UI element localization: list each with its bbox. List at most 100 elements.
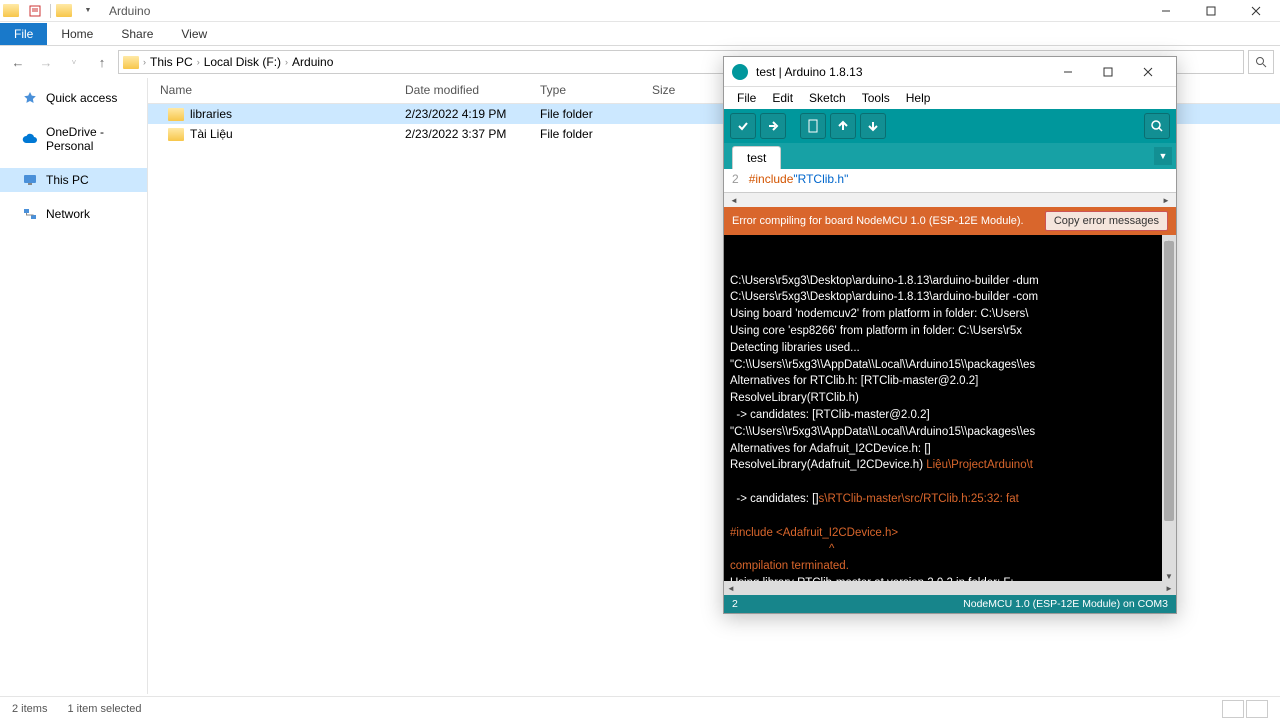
console-line: "C:\\Users\\r5xg3\\AppData\\Local\\Ardui… xyxy=(730,424,1170,441)
folder-icon xyxy=(123,56,139,69)
console-line: #include <Adafruit_I2CDevice.h> xyxy=(730,525,1170,542)
star-icon xyxy=(22,91,38,105)
header-type[interactable]: Type xyxy=(528,78,640,103)
header-name[interactable]: Name xyxy=(148,78,393,103)
copy-error-button[interactable]: Copy error messages xyxy=(1045,211,1168,231)
error-message: Error compiling for board NodeMCU 1.0 (E… xyxy=(732,215,1024,227)
breadcrumb[interactable]: Local Disk (F:) xyxy=(200,55,285,69)
maximize-button[interactable] xyxy=(1188,0,1233,22)
ribbon-view-tab[interactable]: View xyxy=(167,23,221,45)
arduino-window: test | Arduino 1.8.13 File Edit Sketch T… xyxy=(723,56,1177,614)
console-line: Detecting libraries used... xyxy=(730,340,1170,357)
code-editor[interactable]: 2 #include "RTClib.h" xyxy=(724,169,1176,193)
console-line: ResolveLibrary(RTClib.h) xyxy=(730,390,1170,407)
view-icons-button[interactable] xyxy=(1246,700,1268,718)
console-line: C:\Users\r5xg3\Desktop\arduino-1.8.13\ar… xyxy=(730,289,1170,306)
console-line: Using board 'nodemcuv2' from platform in… xyxy=(730,306,1170,323)
status-bar: 2 items 1 item selected xyxy=(0,696,1280,720)
console-output[interactable]: C:\Users\r5xg3\Desktop\arduino-1.8.13\ar… xyxy=(724,235,1176,581)
file-name: libraries xyxy=(190,107,232,121)
menu-sketch[interactable]: Sketch xyxy=(802,89,853,107)
scroll-left-icon[interactable]: ◄ xyxy=(727,194,741,206)
save-button[interactable] xyxy=(860,113,886,139)
view-details-button[interactable] xyxy=(1222,700,1244,718)
console-line: compilation terminated. xyxy=(730,558,1170,575)
qat-dropdown-icon[interactable]: ▼ xyxy=(78,2,98,20)
up-button[interactable]: ↑ xyxy=(90,50,114,74)
nav-label: Quick access xyxy=(46,91,117,105)
qat-properties-icon[interactable] xyxy=(25,2,45,20)
minimize-button[interactable] xyxy=(1143,0,1188,22)
console-line: Alternatives for RTClib.h: [RTClib-maste… xyxy=(730,373,1170,390)
scroll-right-icon[interactable]: ► xyxy=(1159,194,1173,206)
navigation-pane: Quick access OneDrive - Personal This PC… xyxy=(0,78,148,694)
breadcrumb[interactable]: This PC xyxy=(146,55,197,69)
file-type: File folder xyxy=(528,127,640,141)
console-line: -> candidates: []s\RTClib-master\src/RTC… xyxy=(730,491,1170,508)
sketch-tab[interactable]: test xyxy=(732,146,781,169)
new-button[interactable] xyxy=(800,113,826,139)
file-date: 2/23/2022 4:19 PM xyxy=(393,107,528,121)
ribbon: File Home Share View xyxy=(0,22,1280,46)
qat-folder-icon[interactable] xyxy=(56,2,76,20)
line-number: 2 xyxy=(732,172,739,189)
close-button[interactable] xyxy=(1233,0,1278,22)
console-line: -> candidates: [RTClib-master@2.0.2] xyxy=(730,407,1170,424)
console-line: Alternatives for Adafruit_I2CDevice.h: [… xyxy=(730,441,1170,458)
cloud-icon xyxy=(22,132,38,146)
nav-network[interactable]: Network xyxy=(0,202,147,226)
menu-file[interactable]: File xyxy=(730,89,763,107)
nav-this-pc[interactable]: This PC xyxy=(0,168,147,192)
search-box[interactable] xyxy=(1248,50,1274,74)
back-button[interactable]: ← xyxy=(6,50,30,74)
console-line: ^ xyxy=(730,541,1170,558)
tab-menu-button[interactable]: ▼ xyxy=(1154,147,1172,165)
nav-label: OneDrive - Personal xyxy=(46,125,137,153)
verify-button[interactable] xyxy=(730,113,756,139)
arduino-toolbar xyxy=(724,109,1176,143)
file-date: 2/23/2022 3:37 PM xyxy=(393,127,528,141)
menu-help[interactable]: Help xyxy=(899,89,938,107)
open-button[interactable] xyxy=(830,113,856,139)
network-icon xyxy=(22,207,38,221)
pc-icon xyxy=(22,173,38,187)
console-line: Using core 'esp8266' from platform in fo… xyxy=(730,323,1170,340)
nav-label: Network xyxy=(46,207,90,221)
arduino-menubar: File Edit Sketch Tools Help xyxy=(724,87,1176,109)
console-line xyxy=(730,508,1170,525)
header-size[interactable]: Size xyxy=(640,78,720,103)
arduino-close-button[interactable] xyxy=(1128,58,1168,86)
console-v-scrollbar[interactable]: ▲ ▼ xyxy=(1162,235,1176,581)
file-type: File folder xyxy=(528,107,640,121)
arduino-titlebar[interactable]: test | Arduino 1.8.13 xyxy=(724,57,1176,87)
ribbon-share-tab[interactable]: Share xyxy=(107,23,167,45)
folder-icon xyxy=(168,108,184,121)
menu-edit[interactable]: Edit xyxy=(765,89,800,107)
nav-quick-access[interactable]: Quick access xyxy=(0,86,147,110)
console-h-scrollbar[interactable]: ◄ ► xyxy=(724,581,1176,595)
ribbon-home-tab[interactable]: Home xyxy=(47,23,107,45)
nav-onedrive[interactable]: OneDrive - Personal xyxy=(0,120,147,158)
arduino-minimize-button[interactable] xyxy=(1048,58,1088,86)
arduino-maximize-button[interactable] xyxy=(1088,58,1128,86)
scroll-right-icon[interactable]: ► xyxy=(1162,582,1176,594)
editor-h-scrollbar[interactable]: ◄ ► xyxy=(724,193,1176,207)
recent-dropdown[interactable]: ˅ xyxy=(62,50,86,74)
console-line: ResolveLibrary(Adafruit_I2CDevice.h) Liệ… xyxy=(730,457,1170,474)
forward-button[interactable]: → xyxy=(34,50,58,74)
file-name: Tài Liệu xyxy=(190,127,233,141)
menu-tools[interactable]: Tools xyxy=(855,89,897,107)
serial-monitor-button[interactable] xyxy=(1144,113,1170,139)
folder-icon xyxy=(168,128,184,141)
explorer-titlebar: ▼ Arduino xyxy=(0,0,1280,22)
status-selected: 1 item selected xyxy=(67,703,141,715)
header-date[interactable]: Date modified xyxy=(393,78,528,103)
error-bar: Error compiling for board NodeMCU 1.0 (E… xyxy=(724,207,1176,235)
window-title: Arduino xyxy=(109,4,150,18)
ribbon-file-tab[interactable]: File xyxy=(0,23,47,45)
app-icon xyxy=(3,2,23,20)
scroll-left-icon[interactable]: ◄ xyxy=(724,582,738,594)
console-line: "C:\\Users\\r5xg3\\AppData\\Local\\Ardui… xyxy=(730,357,1170,374)
upload-button[interactable] xyxy=(760,113,786,139)
breadcrumb[interactable]: Arduino xyxy=(288,55,337,69)
